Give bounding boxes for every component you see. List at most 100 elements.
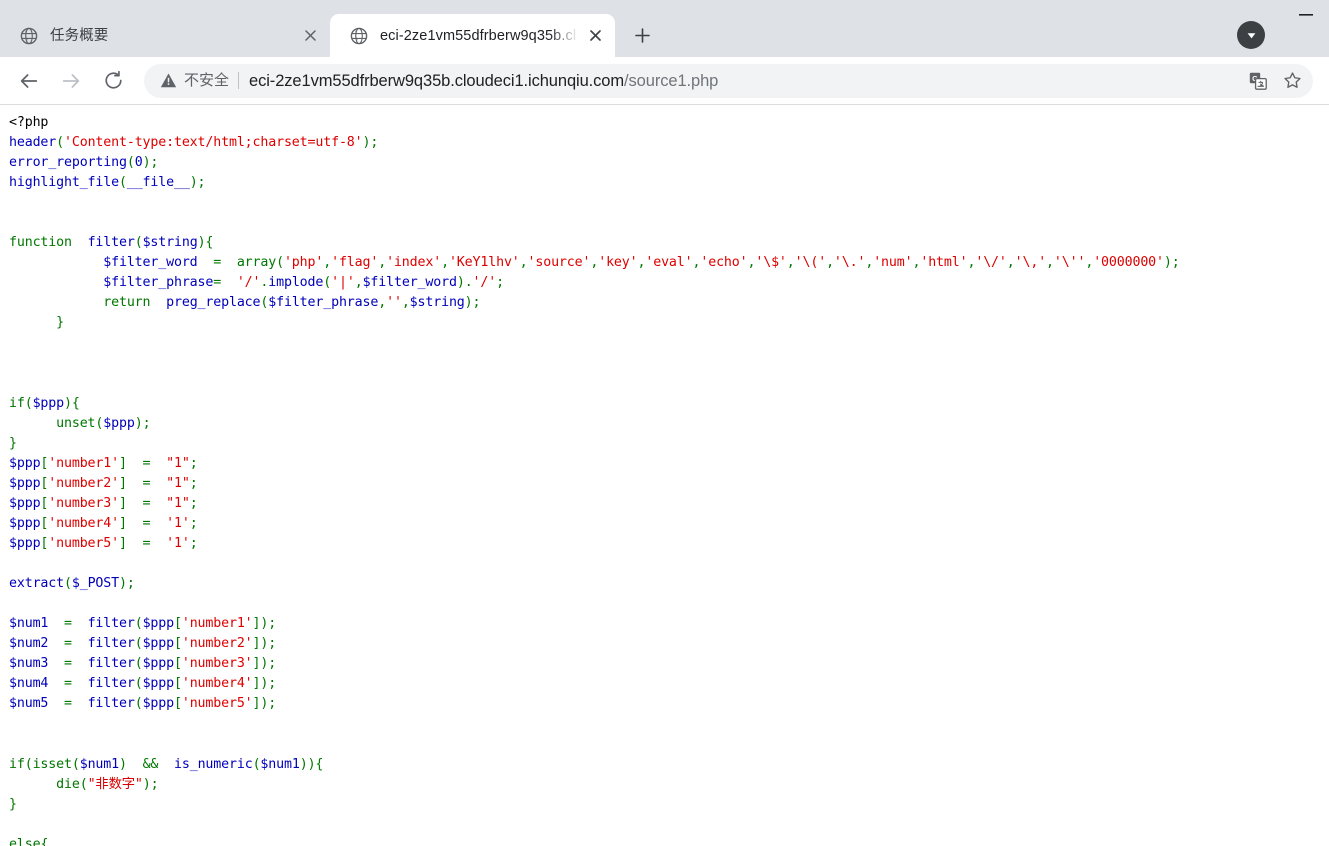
code-token: if <box>9 756 25 772</box>
code-token: '\'' <box>1053 255 1086 271</box>
code-token: , <box>378 295 387 311</box>
code-token: $num1 <box>79 756 119 772</box>
code-token: ; <box>1171 255 1180 271</box>
forward-button[interactable] <box>54 64 88 98</box>
code-token: ; <box>268 676 277 692</box>
code-token: ( <box>276 255 284 271</box>
code-token: , <box>1006 255 1015 271</box>
code-token: $string <box>142 235 198 251</box>
code-token: 'number1' <box>181 616 253 632</box>
code-token: $ppp <box>142 656 175 672</box>
code-token: ) <box>1163 255 1172 271</box>
code-token: '1' <box>166 515 190 531</box>
code-token: , <box>323 255 332 271</box>
omnibox-divider <box>238 72 240 89</box>
code-token: , <box>826 255 834 271</box>
code-token: ; <box>142 415 151 431</box>
tab-strip: 任务概要 eci-2ze1vm55dfrberw9q35b.cl <box>0 0 1329 57</box>
code-token: $num2 <box>9 636 49 652</box>
code-token: ( <box>134 616 143 632</box>
tab-1-close-icon[interactable] <box>583 24 607 48</box>
code-token: ; <box>268 636 277 652</box>
security-status-text: 不安全 <box>184 71 230 89</box>
code-token: '\(' <box>794 255 827 271</box>
code-token: ; <box>150 155 159 171</box>
code-token: ) <box>299 756 308 772</box>
code-token: ] <box>118 475 127 491</box>
code-token: function <box>9 235 72 251</box>
minimize-button[interactable] <box>1283 0 1329 30</box>
code-token: $ppp <box>103 415 135 431</box>
code-token: , <box>378 255 387 271</box>
code-token: = <box>126 535 167 551</box>
code-token: "1" <box>166 455 190 471</box>
code-token: $num1 <box>260 756 300 772</box>
code-token: ( <box>323 275 332 291</box>
code-token: $num4 <box>9 676 49 692</box>
warning-triangle-icon[interactable] <box>160 72 177 89</box>
code-token: $filter_phrase <box>103 275 214 291</box>
code-token: '/' <box>472 275 497 291</box>
code-token: ; <box>268 656 277 672</box>
code-token: ( <box>134 656 143 672</box>
code-token: ; <box>472 295 481 311</box>
code-token: die <box>56 776 80 792</box>
new-tab-button[interactable] <box>625 18 659 52</box>
code-token: ; <box>197 175 206 191</box>
code-token: [ <box>173 696 182 712</box>
tab-0-close-icon[interactable] <box>298 24 322 48</box>
code-token: { <box>71 395 80 411</box>
code-token: = <box>48 696 88 712</box>
code-token: ( <box>134 636 143 652</box>
code-token: && <box>126 756 174 772</box>
code-token: $ppp <box>142 636 175 652</box>
reload-button[interactable] <box>96 64 130 98</box>
tab-1[interactable]: eci-2ze1vm55dfrberw9q35b.cl <box>330 14 615 57</box>
code-token: filter <box>87 696 135 712</box>
code-token: '\/' <box>975 255 1007 271</box>
code-token: 'KeY1lhv' <box>448 255 520 271</box>
code-token: = <box>48 656 88 672</box>
code-token: . <box>464 275 473 291</box>
code-token: ) <box>119 576 127 592</box>
tab-0[interactable]: 任务概要 <box>0 14 330 57</box>
code-token: ; <box>268 696 277 712</box>
code-token: filter <box>87 235 135 251</box>
code-token: implode <box>268 275 324 291</box>
code-token: $ppp <box>9 515 41 531</box>
code-token: $ppp <box>9 535 41 551</box>
translate-icon[interactable]: G <box>1243 66 1273 96</box>
code-token: array <box>236 255 277 271</box>
code-token: , <box>519 255 528 271</box>
code-token: ( <box>71 756 80 772</box>
highlighted-source-container: <?php header('Content-type:text/html;cha… <box>0 105 1329 846</box>
back-button[interactable] <box>12 64 46 98</box>
code-token: filter <box>87 616 135 632</box>
code-token: { <box>205 235 214 251</box>
browser-window: 任务概要 eci-2ze1vm55dfrberw9q35b.cl 不安全 eci… <box>0 0 1329 846</box>
chevron-down-circle-icon[interactable] <box>1237 21 1265 49</box>
code-token: $filter_word <box>103 255 198 271</box>
star-icon[interactable] <box>1277 66 1307 96</box>
code-token: $filter_word <box>362 275 457 291</box>
address-bar[interactable]: 不安全 eci-2ze1vm55dfrberw9q35b.cloudeci1.i… <box>144 63 1313 98</box>
code-token: = <box>126 455 167 471</box>
code-token: , <box>1046 255 1054 271</box>
code-token: ( <box>64 576 72 592</box>
code-token: ( <box>56 135 64 151</box>
code-token: "非数字" <box>87 776 143 792</box>
code-token: = <box>126 495 167 511</box>
code-token: ; <box>496 275 504 291</box>
code-token: '1' <box>166 535 190 551</box>
code-token: $ppp <box>142 696 175 712</box>
code-token: 'index' <box>386 255 442 271</box>
code-token: 'number4' <box>181 676 253 692</box>
code-token: if <box>9 395 25 411</box>
code-token: } <box>9 435 17 451</box>
code-token: isset <box>32 756 72 772</box>
code-token: = <box>213 275 229 291</box>
code-token: $_POST <box>71 576 119 592</box>
